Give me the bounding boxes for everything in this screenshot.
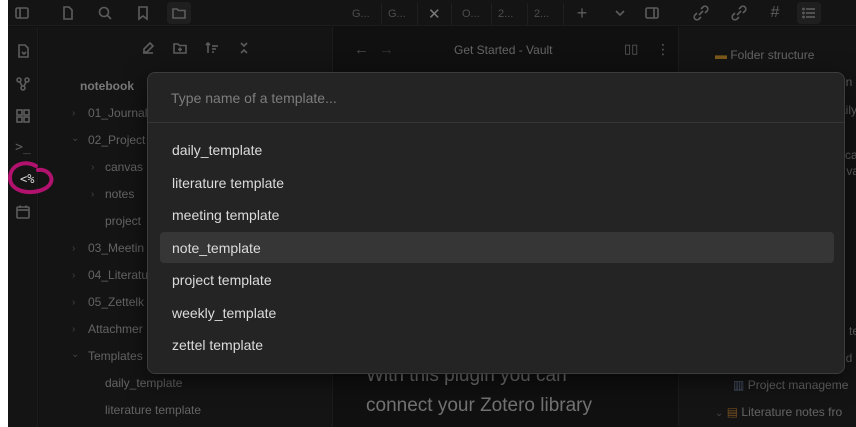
suggestion-item[interactable]: daily_template (160, 134, 834, 165)
template-picker-modal: daily_template literature template meeti… (147, 72, 845, 374)
suggestion-item[interactable]: meeting template (160, 199, 834, 230)
suggestion-item[interactable]: zettel template (160, 329, 834, 360)
suggestion-item-selected[interactable]: note_template (160, 232, 834, 263)
suggestion-item[interactable]: weekly_template (160, 297, 834, 328)
highlight-circle (8, 161, 54, 195)
templater-icon[interactable]: <% (20, 172, 34, 186)
template-search-input[interactable] (148, 73, 844, 123)
app-window: G... G... ✕ O... 2... 2... + # >_ notebo… (8, 0, 856, 427)
suggestion-item[interactable]: project template (160, 264, 834, 295)
suggestion-item[interactable]: literature template (160, 167, 834, 198)
